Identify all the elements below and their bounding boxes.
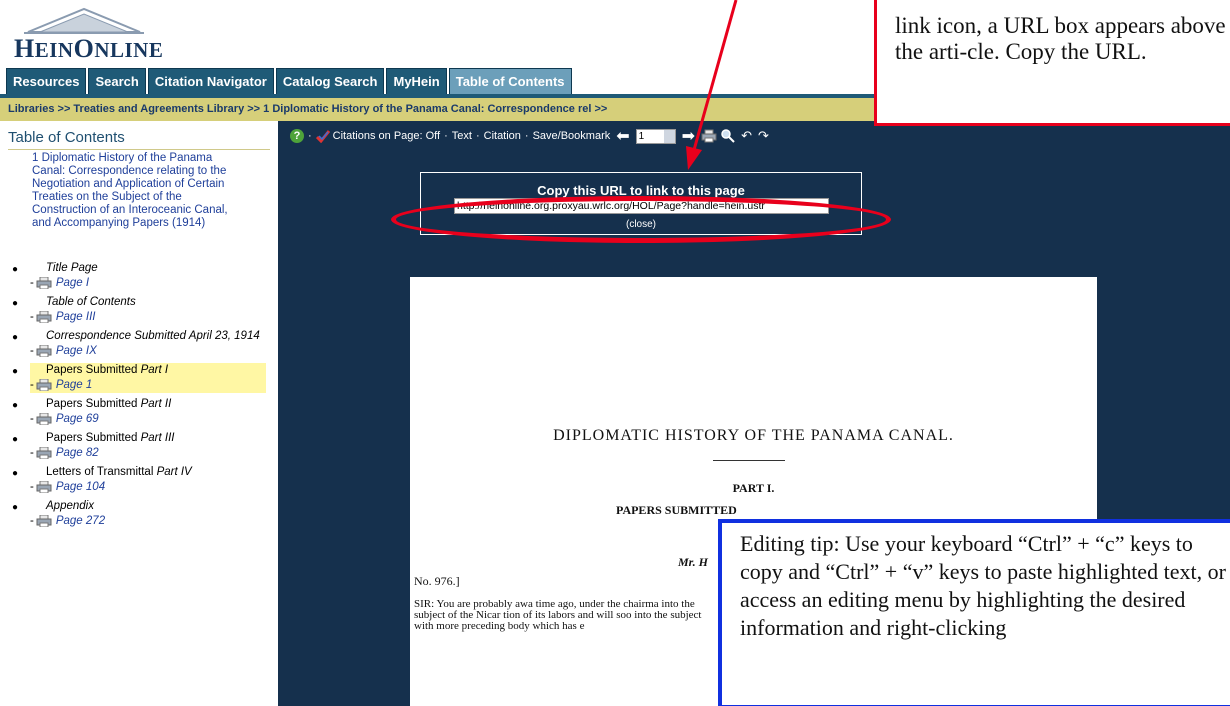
document-body: SIR: You are probably awa time ago, unde…	[414, 598, 702, 632]
document-part: PART I.	[732, 481, 775, 495]
toolbar-separator: ·	[524, 130, 529, 142]
document-number: No. 976.]	[414, 574, 460, 588]
tab-catalog-search[interactable]: Catalog Search	[275, 68, 385, 94]
print-icon[interactable]	[701, 129, 717, 143]
toc-entry-name: Papers Submitted Part II	[46, 398, 172, 410]
toc-entry-correspondence: ● Correspondence Submitted April 23, 191…	[0, 329, 278, 359]
document-papers: PAPERS SUBMITTED	[616, 503, 737, 517]
printer-icon	[36, 447, 52, 459]
printer-icon	[36, 481, 52, 493]
toc-entry-name: Table of Contents	[46, 296, 136, 308]
logo-roof-icon	[24, 7, 144, 34]
toc-page-link[interactable]: - Page IX	[30, 343, 278, 359]
toolbar-separator: ·	[475, 130, 480, 142]
text-link[interactable]: Text	[452, 130, 472, 142]
bullet-icon: ●	[12, 468, 19, 479]
toc-entry-table-of-contents: ● Table of Contents - Page III	[0, 295, 278, 325]
zoom-icon[interactable]	[721, 129, 735, 143]
toc-entry-name: Papers Submitted Part III	[46, 432, 175, 444]
toc-entry-name: Appendix	[46, 500, 94, 512]
toc-sidebar: Table of Contents 1 Diplomatic History o…	[0, 121, 278, 706]
tab-search[interactable]: Search	[88, 68, 146, 94]
printer-icon	[36, 277, 52, 289]
toc-list: ● Title Page - Page I ● Table of Contents…	[0, 261, 278, 529]
toc-page-link[interactable]: - Page 104	[30, 479, 278, 495]
toc-entry-name: Papers Submitted Part I	[46, 364, 169, 376]
main-tabs: Resources Search Citation Navigator Cata…	[6, 68, 572, 94]
bullet-icon: ●	[12, 332, 19, 343]
toc-entry-name: Title Page	[46, 262, 98, 274]
document-rule	[713, 460, 785, 461]
bullet-icon: ●	[12, 264, 19, 275]
tab-myhein[interactable]: MyHein	[386, 68, 447, 94]
printer-icon	[36, 515, 52, 527]
link-url-box: Copy this URL to link to this page http:…	[420, 172, 862, 235]
toc-entry-name: Letters of Transmittal Part IV	[46, 466, 192, 478]
annotation-note-top: link icon, a URL box appears above the a…	[874, 0, 1230, 126]
annotation-note-bottom: Editing tip: Use your keyboard “Ctrl” + …	[718, 519, 1230, 706]
heinonline-logo[interactable]: HEINONLINE	[10, 6, 190, 64]
bullet-icon: ●	[12, 502, 19, 513]
link-url-close[interactable]: (close)	[421, 219, 861, 230]
citations-toggle[interactable]: Citations on Page: Off	[333, 130, 440, 142]
toc-entry-title-page: ● Title Page - Page I	[0, 261, 278, 291]
toc-page-link[interactable]: - Page I	[30, 275, 278, 291]
citation-check-icon[interactable]	[315, 129, 330, 143]
toc-page-link[interactable]: - Page III	[30, 309, 278, 325]
toc-entry-part-4: ● Letters of Transmittal Part IV - Page 1…	[0, 465, 278, 495]
toolbar-separator: ·	[308, 130, 312, 142]
bullet-icon: ●	[12, 434, 19, 445]
bullet-icon: ●	[12, 298, 19, 309]
book-title-link[interactable]: 1 Diplomatic History of the Panama Canal…	[32, 152, 242, 230]
next-page-icon[interactable]: ➡	[682, 126, 695, 146]
previous-page-icon[interactable]: ⬅	[616, 126, 629, 146]
tab-resources[interactable]: Resources	[6, 68, 87, 94]
page-select[interactable]: 1	[635, 128, 676, 144]
toc-entry-name: Correspondence Submitted April 23, 1914	[46, 330, 260, 342]
toc-entry-part-1: ● Papers Submitted Part I - Page 1	[12, 363, 266, 393]
logo-wordmark: HEINONLINE	[14, 34, 164, 63]
printer-icon	[36, 379, 52, 391]
document-heading: DIPLOMATIC HISTORY OF THE PANAMA CANAL.	[553, 427, 954, 444]
tab-citation-navigator[interactable]: Citation Navigator	[147, 68, 274, 94]
help-icon[interactable]: ?	[290, 129, 304, 143]
toc-entry-part-2: ● Papers Submitted Part II - Page 69	[0, 397, 278, 427]
bullet-icon: ●	[12, 400, 19, 411]
link-url-title: Copy this URL to link to this page	[537, 183, 745, 198]
printer-icon	[36, 413, 52, 425]
toc-page-link[interactable]: - Page 69	[30, 411, 278, 427]
link-url-input[interactable]: http://heinonline.org.proxyau.wrlc.org/H…	[454, 198, 829, 214]
document-salutation: Mr. H	[678, 555, 709, 569]
printer-icon	[36, 345, 52, 357]
viewer-toolbar: ? · Citations on Page: Off · Text · Cita…	[290, 125, 769, 147]
toc-page-link[interactable]: - Page 82	[30, 445, 278, 461]
printer-icon	[36, 311, 52, 323]
rotate-left-icon[interactable]: ↶	[741, 128, 752, 144]
toc-divider	[8, 149, 270, 150]
save-bookmark-link[interactable]: Save/Bookmark	[533, 130, 611, 142]
toc-title: Table of Contents	[8, 129, 125, 146]
tab-table-of-contents[interactable]: Table of Contents	[448, 68, 572, 94]
rotate-right-icon[interactable]: ↷	[758, 128, 769, 144]
toc-entry-appendix: ● Appendix - Page 272	[0, 499, 278, 529]
toc-entry-part-3: ● Papers Submitted Part III - Page 82	[0, 431, 278, 461]
bullet-icon: ●	[12, 366, 19, 377]
toc-page-link[interactable]: - Page 272	[30, 513, 278, 529]
toolbar-separator: ·	[444, 130, 448, 142]
toc-page-link[interactable]: - Page 1	[30, 377, 266, 393]
citation-link[interactable]: Citation	[484, 130, 521, 142]
